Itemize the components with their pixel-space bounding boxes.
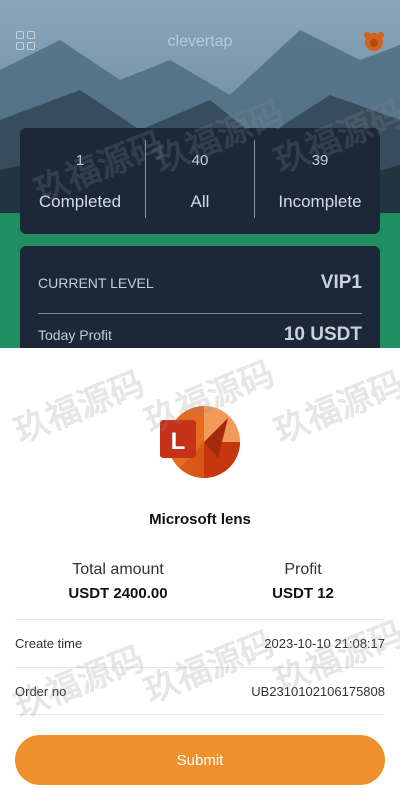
current-level-value: VIP1 [320, 272, 362, 293]
task-detail-sheet: L Microsoft lens Total amount USDT 2400.… [0, 348, 400, 788]
profit-value: USDT 12 [272, 585, 334, 602]
order-no-value: UB2310102106175808 [251, 683, 385, 699]
stat-completed-value: 1 [75, 152, 85, 169]
today-profit-label: Today Profit [38, 327, 112, 343]
order-no-row: Order no UB2310102106175808 [15, 667, 385, 715]
stat-all[interactable]: 40 All [140, 128, 260, 234]
create-time-row: Create time 2023-10-10 21:08:17 [15, 619, 385, 667]
total-amount-block: Total amount USDT 2400.00 [18, 561, 218, 602]
app-name: Microsoft lens [149, 511, 251, 528]
today-profit-value: 10 USDT [283, 324, 362, 345]
total-amount-value: USDT 2400.00 [68, 585, 168, 602]
stat-completed-label: Completed [38, 192, 122, 211]
profit-block: Profit USDT 12 [203, 561, 400, 602]
stat-all-value: 40 [191, 152, 209, 169]
submit-button[interactable]: Submit [15, 735, 385, 785]
stat-incomplete-label: Incomplete [278, 192, 362, 211]
stats-divider [254, 140, 255, 218]
stat-incomplete[interactable]: 39 Incomplete [260, 128, 380, 234]
current-level-label: CURRENT LEVEL [38, 275, 154, 291]
order-no-label: Order no [15, 683, 67, 699]
level-divider [38, 313, 362, 314]
profit-label: Profit [284, 561, 322, 578]
stat-all-label: All [190, 192, 210, 211]
create-time-value: 2023-10-10 21:08:17 [264, 636, 385, 651]
task-stats-card: 1 Completed 40 All 39 Incomplete [20, 128, 380, 234]
create-time-label: Create time [15, 636, 83, 651]
stats-divider [145, 140, 146, 218]
top-bar: clevertap [0, 0, 400, 80]
level-card: CURRENT LEVEL VIP1 Today Profit 10 USDT [20, 246, 380, 356]
brand-title: clevertap [167, 33, 233, 50]
stat-completed[interactable]: 1 Completed [20, 128, 140, 234]
microsoft-lens-logo: L [160, 406, 240, 478]
stat-incomplete-value: 39 [311, 152, 329, 169]
svg-text:L: L [171, 428, 186, 455]
total-amount-label: Total amount [72, 561, 164, 578]
avatar-icon[interactable] [361, 28, 387, 54]
